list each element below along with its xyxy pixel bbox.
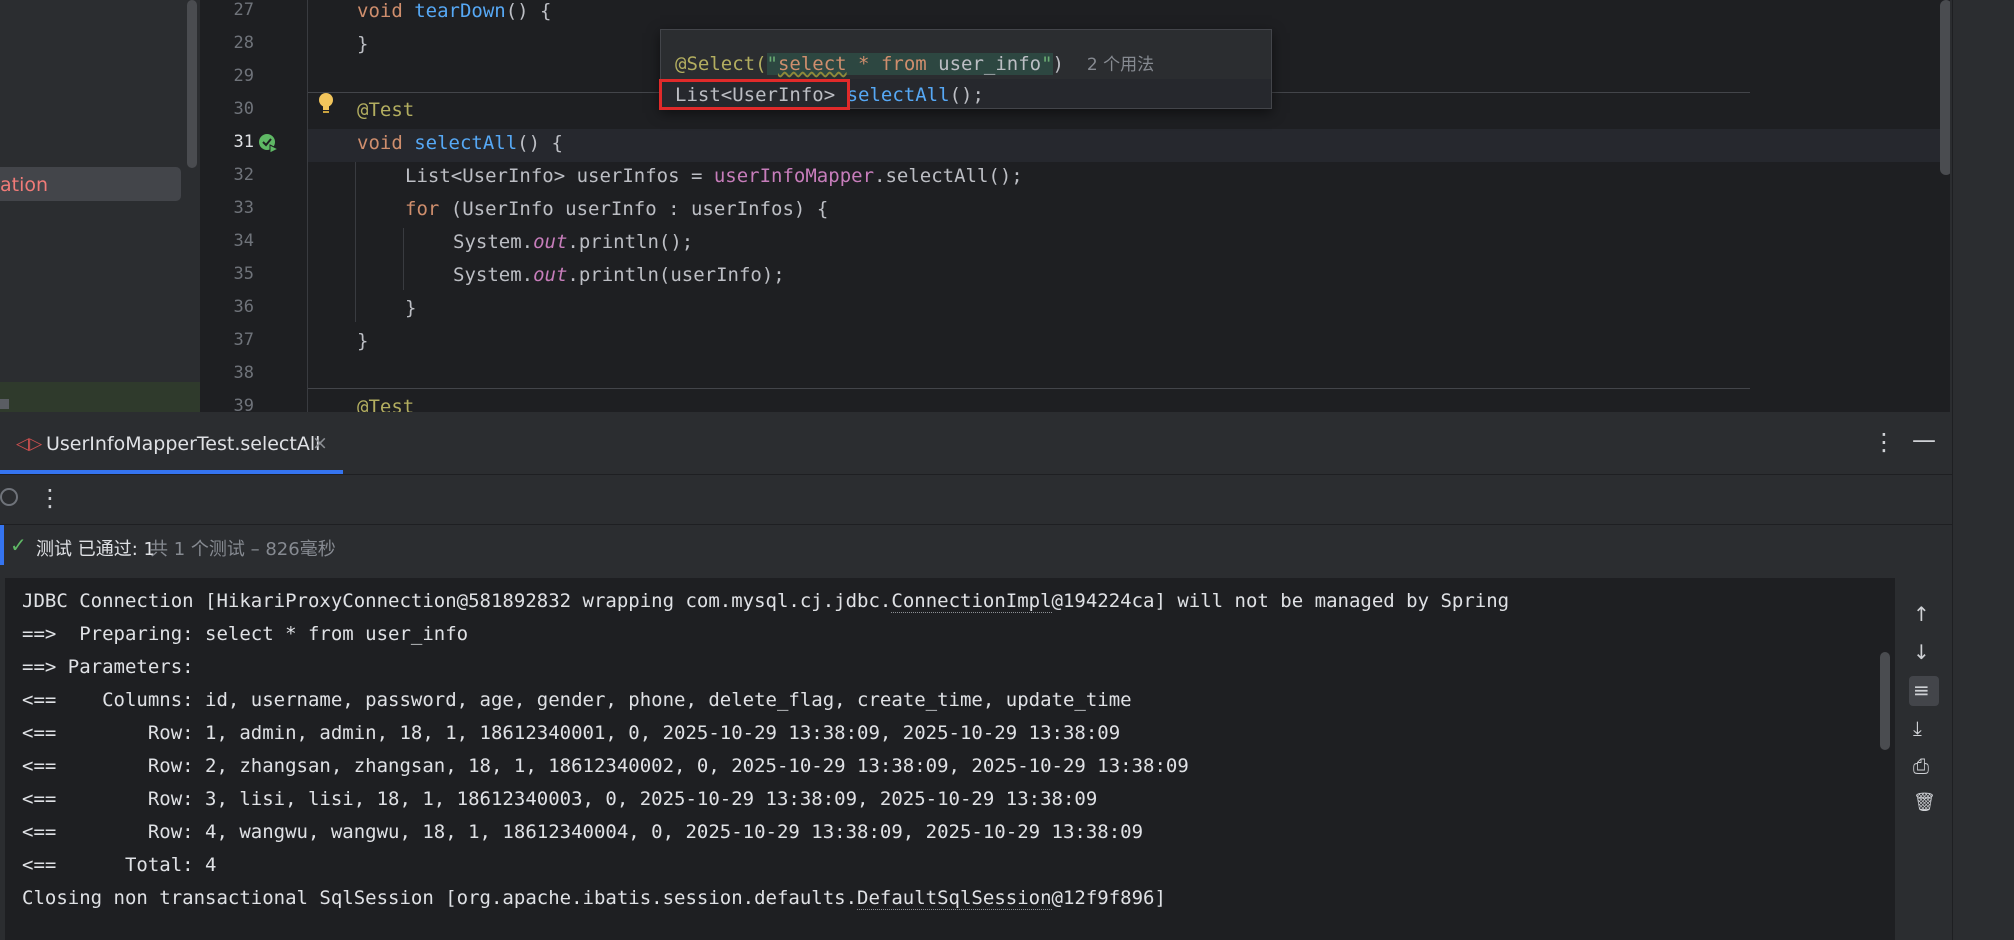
console-line: <== Columns: id, username, password, age… bbox=[22, 689, 1132, 711]
line-number: 39 bbox=[233, 396, 254, 412]
test-run-icon: ◁▷ bbox=[16, 434, 43, 454]
tests-summary: 共 1 个测试 – 826毫秒 bbox=[150, 539, 336, 560]
minimize-icon[interactable]: — bbox=[1912, 426, 1936, 454]
project-panel-marker bbox=[0, 399, 9, 409]
test-status-row[interactable]: ✓ 测试 已通过: 1 共 1 个测试 – 826毫秒 bbox=[0, 524, 1952, 565]
code-line-36: } bbox=[405, 297, 417, 319]
run-tab-bar: ◁▷ UserInfoMapperTest.selectAll × ⋮ — bbox=[0, 412, 1952, 475]
run-test-passed-icon[interactable] bbox=[258, 133, 280, 155]
project-tree-item-label: ation bbox=[0, 174, 49, 196]
code-line-35: System.out.println(userInfo); bbox=[453, 264, 785, 286]
close-icon[interactable]: × bbox=[312, 432, 328, 454]
editor-gutter: 27 28 29 30 31 32 33 34 35 36 37 38 39 bbox=[200, 0, 333, 412]
code-line-30: @Test bbox=[357, 99, 415, 121]
line-number: 35 bbox=[233, 264, 254, 284]
code-line-34: System.out.println(); bbox=[453, 231, 694, 253]
code-line-31: void selectAll() { bbox=[357, 132, 563, 154]
code-line-33: for (UserInfo userInfo : userInfos) { bbox=[405, 198, 829, 220]
line-number: 34 bbox=[233, 231, 254, 251]
console-line: <== Row: 3, lisi, lisi, 18, 1, 186123400… bbox=[22, 788, 1098, 810]
arrow-up-icon[interactable]: ↑ bbox=[1913, 602, 1930, 626]
scroll-to-end-icon[interactable]: ⤓ bbox=[1913, 716, 1922, 740]
check-icon: ✓ bbox=[10, 533, 27, 557]
console-side-toolbar: ↑ ↓ ≡ ⤓ ⎙ 🗑 bbox=[1895, 578, 1952, 940]
console-link[interactable]: ConnectionImpl bbox=[891, 590, 1052, 613]
code-line-39: @Test bbox=[357, 396, 415, 412]
trash-icon[interactable]: 🗑 bbox=[1913, 792, 1936, 813]
test-speed-icon[interactable] bbox=[0, 488, 18, 506]
code-line-27: void tearDown() { bbox=[357, 0, 552, 22]
console-line: ==> Preparing: select * from user_info bbox=[22, 623, 469, 645]
line-number: 29 bbox=[233, 66, 254, 86]
tab-label: UserInfoMapperTest.selectAll bbox=[46, 433, 321, 455]
gutter-border bbox=[307, 0, 308, 412]
print-icon[interactable]: ⎙ bbox=[1913, 754, 1929, 778]
tests-passed-label: 测试 已通过: 1 bbox=[36, 539, 155, 560]
code-line-28: } bbox=[357, 33, 369, 55]
project-tree-selected-item[interactable]: ation bbox=[0, 167, 181, 201]
code-editor[interactable]: 27 28 29 30 31 32 33 34 35 36 37 38 39 v… bbox=[200, 0, 1952, 412]
run-toolbar: ⋮ bbox=[0, 474, 1952, 524]
console-output[interactable]: JDBC Connection [HikariProxyConnection@5… bbox=[5, 578, 1895, 940]
right-tool-strip bbox=[1952, 0, 2014, 940]
run-tool-window: ◁▷ UserInfoMapperTest.selectAll × ⋮ — ⋮ … bbox=[0, 412, 2014, 940]
tab-run-config[interactable]: ◁▷ UserInfoMapperTest.selectAll × bbox=[0, 412, 343, 474]
project-panel-scrollbar[interactable] bbox=[187, 0, 197, 168]
console-scrollbar[interactable] bbox=[1880, 652, 1890, 750]
console-line: <== Row: 1, admin, admin, 18, 1, 1861234… bbox=[22, 722, 1121, 744]
line-number: 32 bbox=[233, 165, 254, 185]
code-line-32: List<UserInfo> userInfos = userInfoMappe… bbox=[405, 165, 1023, 187]
line-number: 36 bbox=[233, 297, 254, 317]
indent-guide bbox=[355, 162, 356, 322]
toolbar-more-icon[interactable]: ⋮ bbox=[38, 484, 62, 512]
usages-hint: 2 个用法 bbox=[1086, 55, 1155, 75]
highlight-box bbox=[659, 79, 850, 110]
line-number: 33 bbox=[233, 198, 254, 218]
code-line-37: } bbox=[357, 330, 369, 352]
console-line: <== Total: 4 bbox=[22, 854, 217, 876]
method-separator bbox=[307, 388, 1750, 389]
soft-wrap-icon[interactable]: ≡ bbox=[1913, 678, 1930, 702]
indent-guide bbox=[403, 228, 404, 290]
line-number: 30 bbox=[233, 99, 254, 119]
console-line: JDBC Connection [HikariProxyConnection@5… bbox=[22, 590, 1510, 613]
project-panel-highlight-row bbox=[0, 382, 200, 412]
line-number-current: 31 bbox=[233, 132, 254, 152]
arrow-down-icon[interactable]: ↓ bbox=[1913, 640, 1930, 664]
lightbulb-icon[interactable] bbox=[318, 92, 334, 114]
console-line: Closing non transactional SqlSession [or… bbox=[22, 887, 1166, 910]
project-panel: ation bbox=[0, 0, 200, 412]
line-number: 28 bbox=[233, 33, 254, 53]
line-number: 27 bbox=[233, 0, 254, 20]
line-number: 37 bbox=[233, 330, 254, 350]
more-options-icon[interactable]: ⋮ bbox=[1872, 428, 1896, 456]
console-line: ==> Parameters: bbox=[22, 656, 206, 678]
console-link[interactable]: DefaultSqlSession bbox=[857, 887, 1052, 910]
console-line: <== Row: 2, zhangsan, zhangsan, 18, 1, 1… bbox=[22, 755, 1189, 777]
line-number: 38 bbox=[233, 363, 254, 383]
status-accent-bar bbox=[0, 525, 4, 565]
popup-annotation-line: @Select("select * from user_info") 2 个用法 bbox=[675, 53, 1155, 75]
console-line: <== Row: 4, wangwu, wangwu, 18, 1, 18612… bbox=[22, 821, 1144, 843]
